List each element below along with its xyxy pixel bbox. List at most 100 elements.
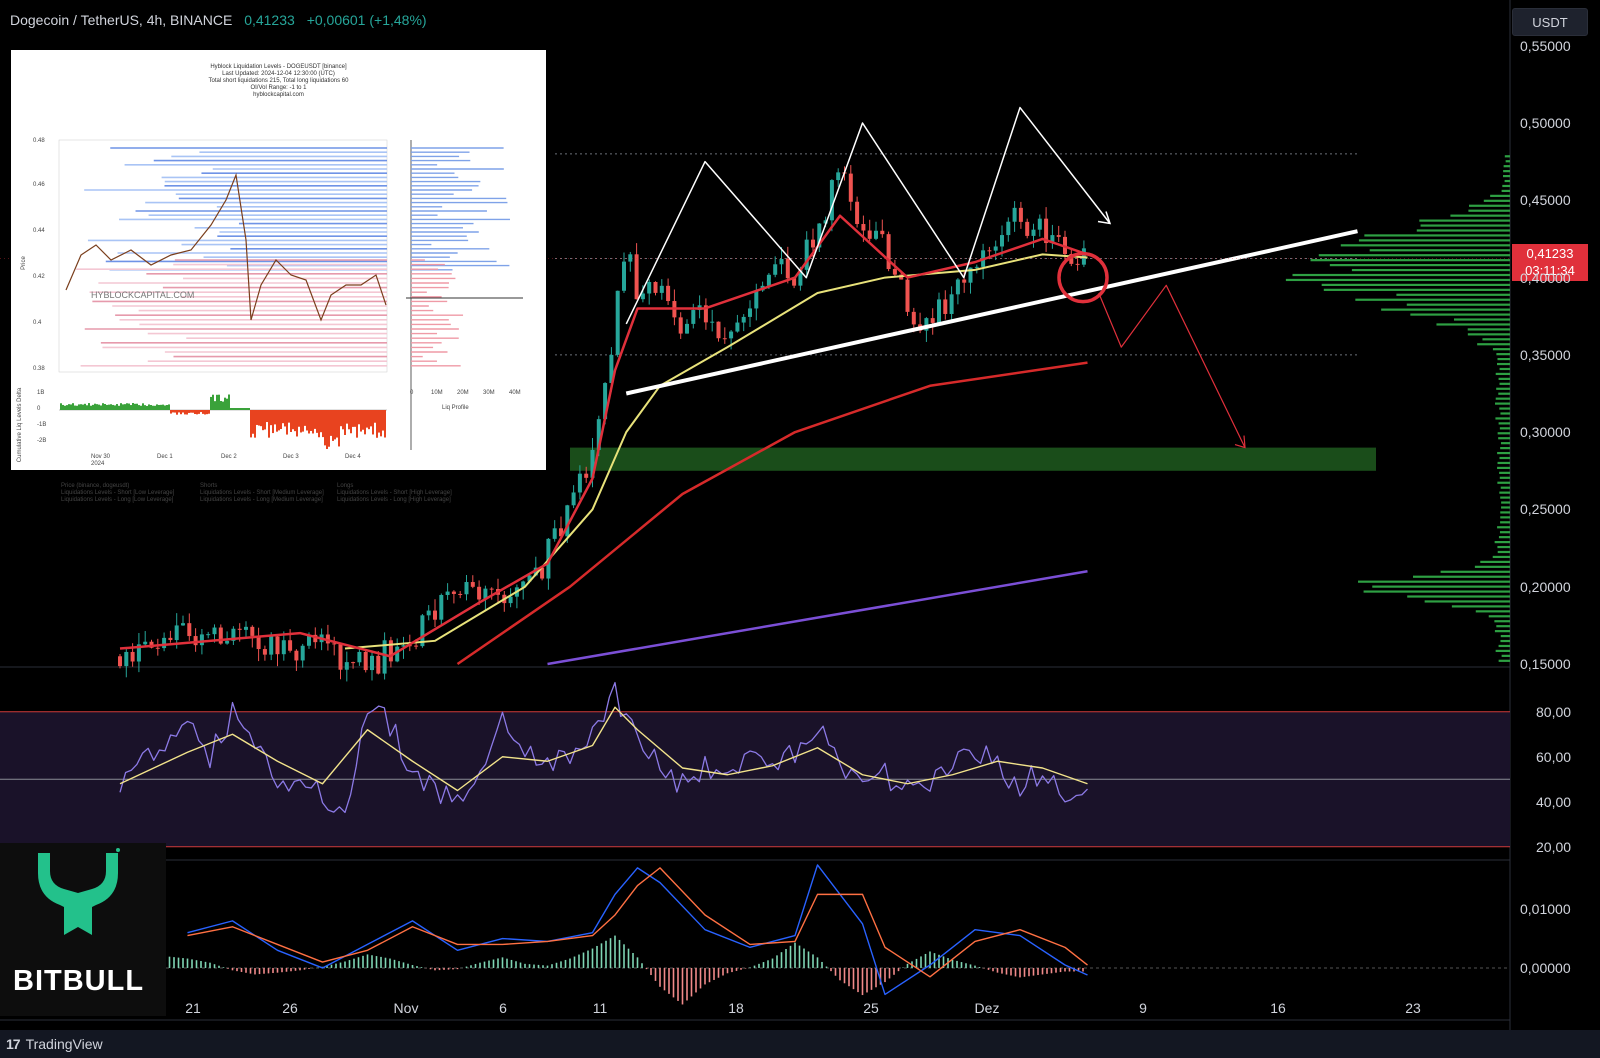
- candle-body: [773, 264, 778, 275]
- price-axis-tick: 0,15000: [1520, 656, 1571, 672]
- candle-body: [678, 317, 683, 334]
- volume-profile-bar: [1499, 382, 1510, 385]
- candle-body: [666, 285, 671, 302]
- currency-button[interactable]: USDT: [1512, 8, 1588, 36]
- inset-legend-item: Liquidations Levels - Short [Medium Leve…: [200, 490, 324, 496]
- time-axis-tick: 18: [728, 1000, 744, 1016]
- candle-body: [836, 172, 841, 181]
- candle-body: [729, 331, 734, 339]
- candle-body: [439, 594, 444, 620]
- candle-body: [974, 266, 979, 268]
- inset-legend-item: Shorts: [200, 483, 218, 489]
- candle-body: [1037, 218, 1042, 230]
- volume-profile-bar: [1329, 264, 1510, 267]
- volume-profile-bar: [1499, 407, 1510, 410]
- volume-profile-bar: [1495, 417, 1510, 420]
- candle-body: [300, 645, 305, 661]
- volume-profile-bar: [1501, 501, 1510, 504]
- tradingview-brand[interactable]: 17 TradingView: [6, 1036, 103, 1052]
- volume-profile-bar: [1500, 486, 1510, 489]
- candle-body: [143, 641, 148, 645]
- candle-body: [659, 285, 664, 293]
- volume-profile-bar: [1505, 160, 1510, 163]
- volume-profile-bar: [1451, 605, 1510, 608]
- inset-date-tick: Dec 1: [157, 454, 173, 460]
- volume-profile-bar: [1497, 357, 1510, 361]
- volume-profile-bar: [1497, 461, 1510, 465]
- price-change: +0,00601 (+1,48%): [306, 12, 427, 28]
- candle-body: [193, 636, 198, 646]
- candle-body: [181, 623, 185, 626]
- price-axis-tick: 0,25000: [1520, 501, 1571, 518]
- candle-body: [685, 323, 689, 334]
- candle-body: [930, 318, 935, 323]
- candle-body: [949, 294, 954, 314]
- candle-body: [647, 281, 652, 294]
- volume-profile-bar: [1396, 293, 1510, 296]
- candle-body: [710, 321, 715, 323]
- volume-profile-bar: [1497, 466, 1510, 470]
- candle-body: [357, 651, 362, 663]
- rsi-axis-tick: 40,00: [1536, 793, 1572, 810]
- volume-profile-bar: [1363, 590, 1510, 593]
- volume-profile-bar: [1424, 600, 1510, 603]
- candle-body: [477, 586, 482, 600]
- volume-profile-bar: [1323, 288, 1510, 291]
- volume-profile-bar: [1500, 634, 1510, 638]
- candle-body: [716, 321, 721, 339]
- volume-profile-bar: [1469, 204, 1510, 207]
- inset-date-tick: Nov 30: [91, 454, 111, 460]
- bitbull-logo-text: BITBULL: [13, 965, 145, 997]
- candle-body: [565, 505, 570, 537]
- volume-profile-bar: [1410, 313, 1510, 316]
- time-axis-tick: 11: [592, 1000, 608, 1016]
- candle-body: [332, 643, 337, 645]
- candle-body: [199, 634, 204, 646]
- candle-body: [281, 640, 286, 655]
- candle-body: [874, 230, 878, 239]
- candle-body: [338, 644, 343, 670]
- candle-body: [451, 591, 456, 594]
- volume-profile-bar: [1381, 308, 1510, 311]
- candle-body: [748, 308, 752, 317]
- candle-body: [886, 234, 891, 270]
- inset-delta-tick: 1B: [37, 390, 45, 396]
- candle-body: [225, 640, 230, 644]
- price-axis-tick: 0,30000: [1520, 424, 1571, 441]
- inset-profile-tick: 20M: [457, 390, 469, 396]
- candle-body: [1000, 235, 1004, 247]
- candle-body: [911, 311, 916, 325]
- tradingview-logo-icon: 17: [6, 1036, 21, 1052]
- candle-body: [118, 656, 122, 667]
- price-axis-tick: 0,40000: [1520, 269, 1571, 286]
- volume-profile-bar: [1436, 323, 1510, 326]
- candle-body: [508, 596, 513, 604]
- volume-profile-bar: [1419, 219, 1510, 222]
- candle-body: [829, 180, 834, 221]
- inset-price-frame: [58, 139, 388, 373]
- volume-profile-bar: [1407, 595, 1510, 598]
- volume-profile-bar: [1364, 234, 1510, 237]
- tradingview-name: TradingView: [25, 1036, 103, 1052]
- inset-profile-tick: 30M: [483, 390, 495, 396]
- volume-profile-bar: [1497, 526, 1510, 529]
- candle-body: [1006, 221, 1011, 236]
- volume-profile-bar: [1499, 367, 1510, 371]
- macd-axis-tick: 0,00000: [1520, 959, 1571, 976]
- candle-body: [155, 647, 160, 649]
- candle-body: [269, 636, 274, 655]
- inset-price-tick: 0.4: [33, 320, 42, 326]
- inset-legend-item: Liquidations Levels - Long [High Leverag…: [337, 497, 451, 503]
- candle-body: [987, 250, 992, 252]
- volume-profile-bar: [1498, 644, 1510, 648]
- inset-legend-item: Liquidations Levels - Short [High Levera…: [337, 490, 452, 496]
- inset-date-tick: Dec 3: [283, 454, 299, 460]
- inset-delta-tick: 0: [37, 406, 41, 412]
- candle-body: [943, 299, 948, 314]
- volume-profile-bar: [1482, 338, 1510, 341]
- volume-profile-bar: [1483, 199, 1510, 202]
- candle-body: [174, 625, 179, 641]
- price-axis-tick: 0,20000: [1520, 578, 1571, 595]
- candle-body: [577, 473, 582, 493]
- inset-legend-item: Price (binance, dogeusdt): [61, 483, 130, 489]
